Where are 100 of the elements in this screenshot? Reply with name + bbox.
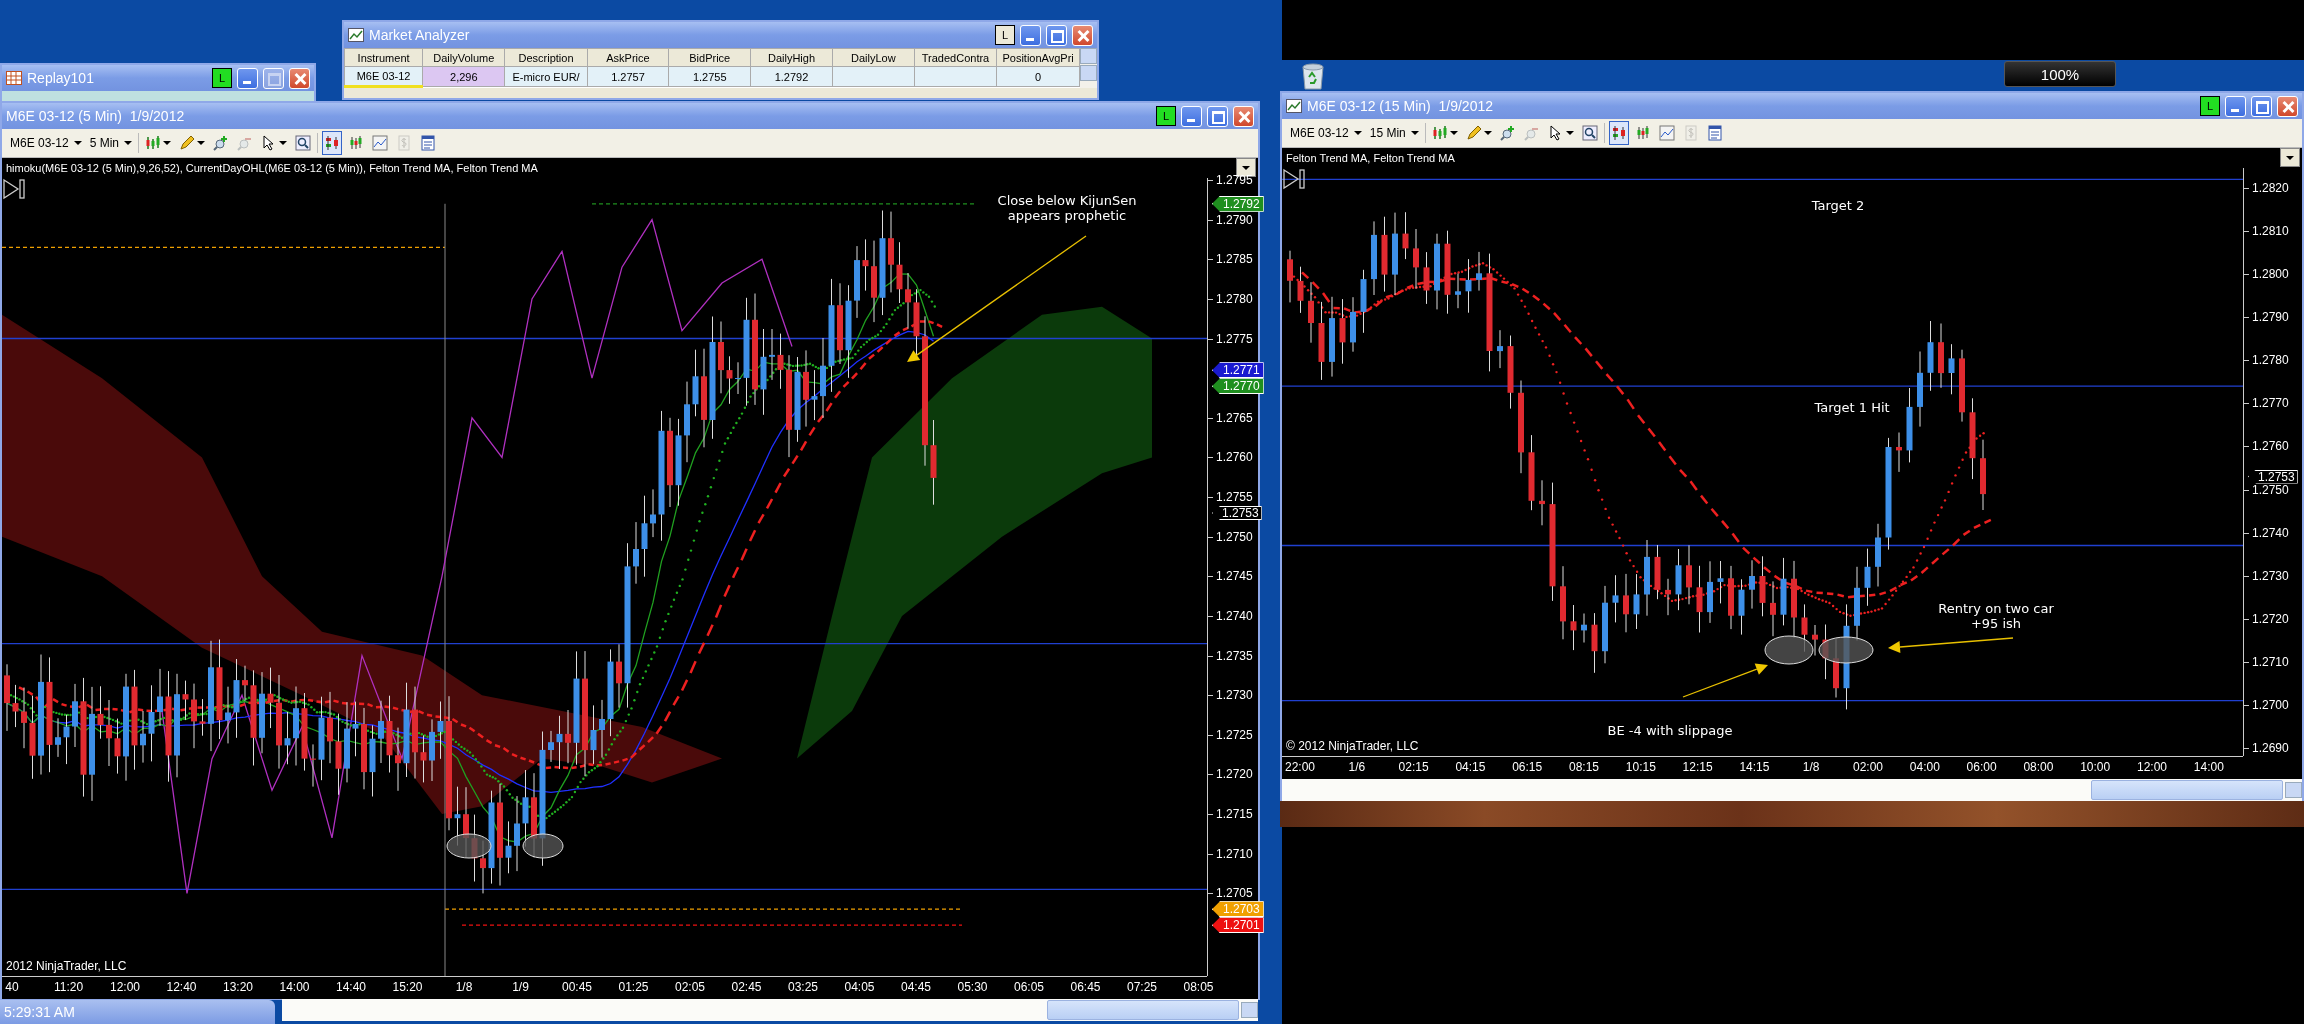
price-marker: 1.2770 — [1212, 378, 1264, 395]
maximize-button[interactable] — [1046, 24, 1067, 46]
time-label: 03:25 — [788, 980, 818, 994]
time-label: 12:00 — [110, 980, 140, 994]
window-title: Market Analyzer — [369, 27, 471, 43]
close-button[interactable] — [289, 67, 310, 89]
caret-icon — [1242, 165, 1250, 170]
instrument-dropdown[interactable]: M6E 03-12 — [8, 136, 84, 150]
time-label: 14:40 — [336, 980, 366, 994]
time-label: 05:30 — [957, 980, 988, 994]
instrument-dropdown[interactable]: M6E 03-12 — [1288, 126, 1364, 140]
caret-icon — [279, 141, 288, 145]
price-label: 1.2720 — [1216, 767, 1253, 782]
price-label: 1.2720 — [2252, 611, 2289, 626]
highlight-ellipse — [1818, 636, 1874, 664]
grid-icon — [6, 71, 22, 85]
time-label: 15:20 — [392, 980, 423, 994]
bar-chart-icon — [324, 135, 341, 151]
column-header[interactable]: DailyHigh — [750, 48, 833, 67]
column-header[interactable]: AskPrice — [587, 48, 669, 67]
price-label: 1.2820 — [2252, 181, 2289, 195]
window-title: Replay101 — [27, 70, 95, 86]
price-label: 1.2740 — [2252, 525, 2289, 540]
lock-button[interactable]: L — [2200, 96, 2220, 116]
column-header[interactable]: BidPrice — [668, 48, 751, 67]
interval-dropdown[interactable]: 5 Min — [87, 136, 135, 150]
bar-chart-icon — [1431, 125, 1448, 141]
price-label: 1.2780 — [1216, 291, 1253, 306]
maximize-button[interactable] — [2251, 95, 2272, 117]
minimize-button[interactable] — [2225, 95, 2246, 117]
lock-button[interactable]: L — [1156, 106, 1176, 126]
skip-to-end-icon[interactable] — [1282, 168, 1306, 190]
interval-dropdown[interactable]: 15 Min — [1367, 126, 1421, 140]
column-header[interactable]: Instrument — [344, 48, 423, 67]
price-label: 1.2785 — [1216, 252, 1253, 267]
time-label: 1/6 — [1348, 760, 1366, 774]
copyright-text: 2012 NinjaTrader, LLC — [6, 959, 127, 973]
skip-to-end-icon[interactable] — [2, 178, 26, 200]
time-label: 06:05 — [1014, 980, 1044, 994]
indicator-list: himoku(M6E 03-12 (5 Min),9,26,52), CurrentDayOHL(M6E 03-12 (5 Min)), Felton Trend MA, Felton Trend MA — [6, 162, 538, 174]
time-label: 04:45 — [901, 980, 931, 994]
chart-icon — [348, 28, 364, 42]
chart-icon — [1286, 99, 1302, 113]
price-label: 1.2740 — [1216, 608, 1253, 623]
chart-annotation: Target 1 Hit — [1814, 400, 1890, 415]
close-button[interactable] — [1233, 105, 1254, 127]
column-header[interactable]: Description — [505, 48, 588, 67]
zoom-out-icon — [237, 135, 254, 151]
price-label: 1.2750 — [1216, 529, 1253, 544]
price-label: 1.2735 — [1216, 648, 1253, 663]
window-title: M6E 03-12 (15 Min) 1/9/2012 — [1307, 98, 1494, 114]
search-icon — [295, 135, 312, 151]
chart-annotation: Close below KijunSen appears prophetic — [997, 193, 1137, 223]
lock-button[interactable]: L — [995, 25, 1015, 45]
minimize-button[interactable] — [1020, 24, 1041, 46]
pencil-icon — [1465, 125, 1482, 141]
time-label: 02:00 — [1853, 760, 1883, 774]
highlight-ellipse — [522, 833, 564, 859]
time-label: 1/8 — [455, 980, 473, 994]
dropdown-button[interactable] — [2280, 148, 2300, 167]
time-label: 01:25 — [618, 980, 649, 994]
copyright-text: © 2012 NinjaTrader, LLC — [1286, 739, 1419, 753]
line-chart-icon — [372, 135, 389, 151]
time-label: 07:25 — [1127, 980, 1157, 994]
indicator-list: Felton Trend MA, Felton Trend MA — [1286, 152, 1455, 164]
close-button[interactable] — [2277, 95, 2298, 117]
time-label: 11:20 — [53, 980, 84, 994]
scroll-thumb[interactable] — [2091, 780, 2283, 800]
time-label: 06:45 — [1070, 980, 1101, 994]
price-label: 1.2730 — [1216, 688, 1253, 703]
price-label: 1.2760 — [2252, 439, 2289, 454]
dollar-icon — [1682, 125, 1699, 141]
time-label: 00:45 — [562, 980, 592, 994]
zoom-out-icon — [1523, 125, 1540, 141]
chart-annotation: Rentry on two car +95 ish — [1938, 601, 2054, 631]
column-header[interactable]: DailyVolume — [422, 48, 505, 67]
recycle-bin-icon[interactable] — [1300, 61, 1326, 91]
document-icon — [1706, 125, 1723, 141]
minimize-button[interactable] — [237, 67, 258, 89]
column-header[interactable]: TradedContra — [914, 48, 997, 67]
minimize-button[interactable] — [1181, 105, 1202, 127]
dropdown-button[interactable] — [1236, 158, 1256, 177]
scroll-thumb[interactable] — [1047, 1000, 1239, 1020]
lock-button[interactable]: L — [212, 68, 232, 88]
price-label: 1.2800 — [2252, 267, 2289, 282]
price-label: 1.2690 — [2252, 741, 2289, 755]
column-header[interactable]: PositionAvgPri — [996, 48, 1080, 67]
window-title: M6E 03-12 (5 Min) 1/9/2012 — [6, 108, 186, 124]
price-marker: 1.2701 — [1212, 917, 1264, 934]
close-button[interactable] — [1072, 24, 1093, 46]
caret-icon — [1353, 131, 1362, 135]
time-label: 10:15 — [1625, 760, 1656, 774]
price-marker: 1.2771 — [1212, 362, 1264, 379]
price-label: 1.2700 — [2252, 697, 2289, 712]
column-header[interactable]: DailyLow — [832, 48, 915, 67]
maximize-button[interactable] — [1207, 105, 1228, 127]
highlight-ellipse — [1764, 635, 1814, 665]
time-label: 02:15 — [1398, 760, 1429, 774]
time-label: 02:45 — [731, 980, 762, 994]
caret-icon — [1565, 131, 1574, 135]
